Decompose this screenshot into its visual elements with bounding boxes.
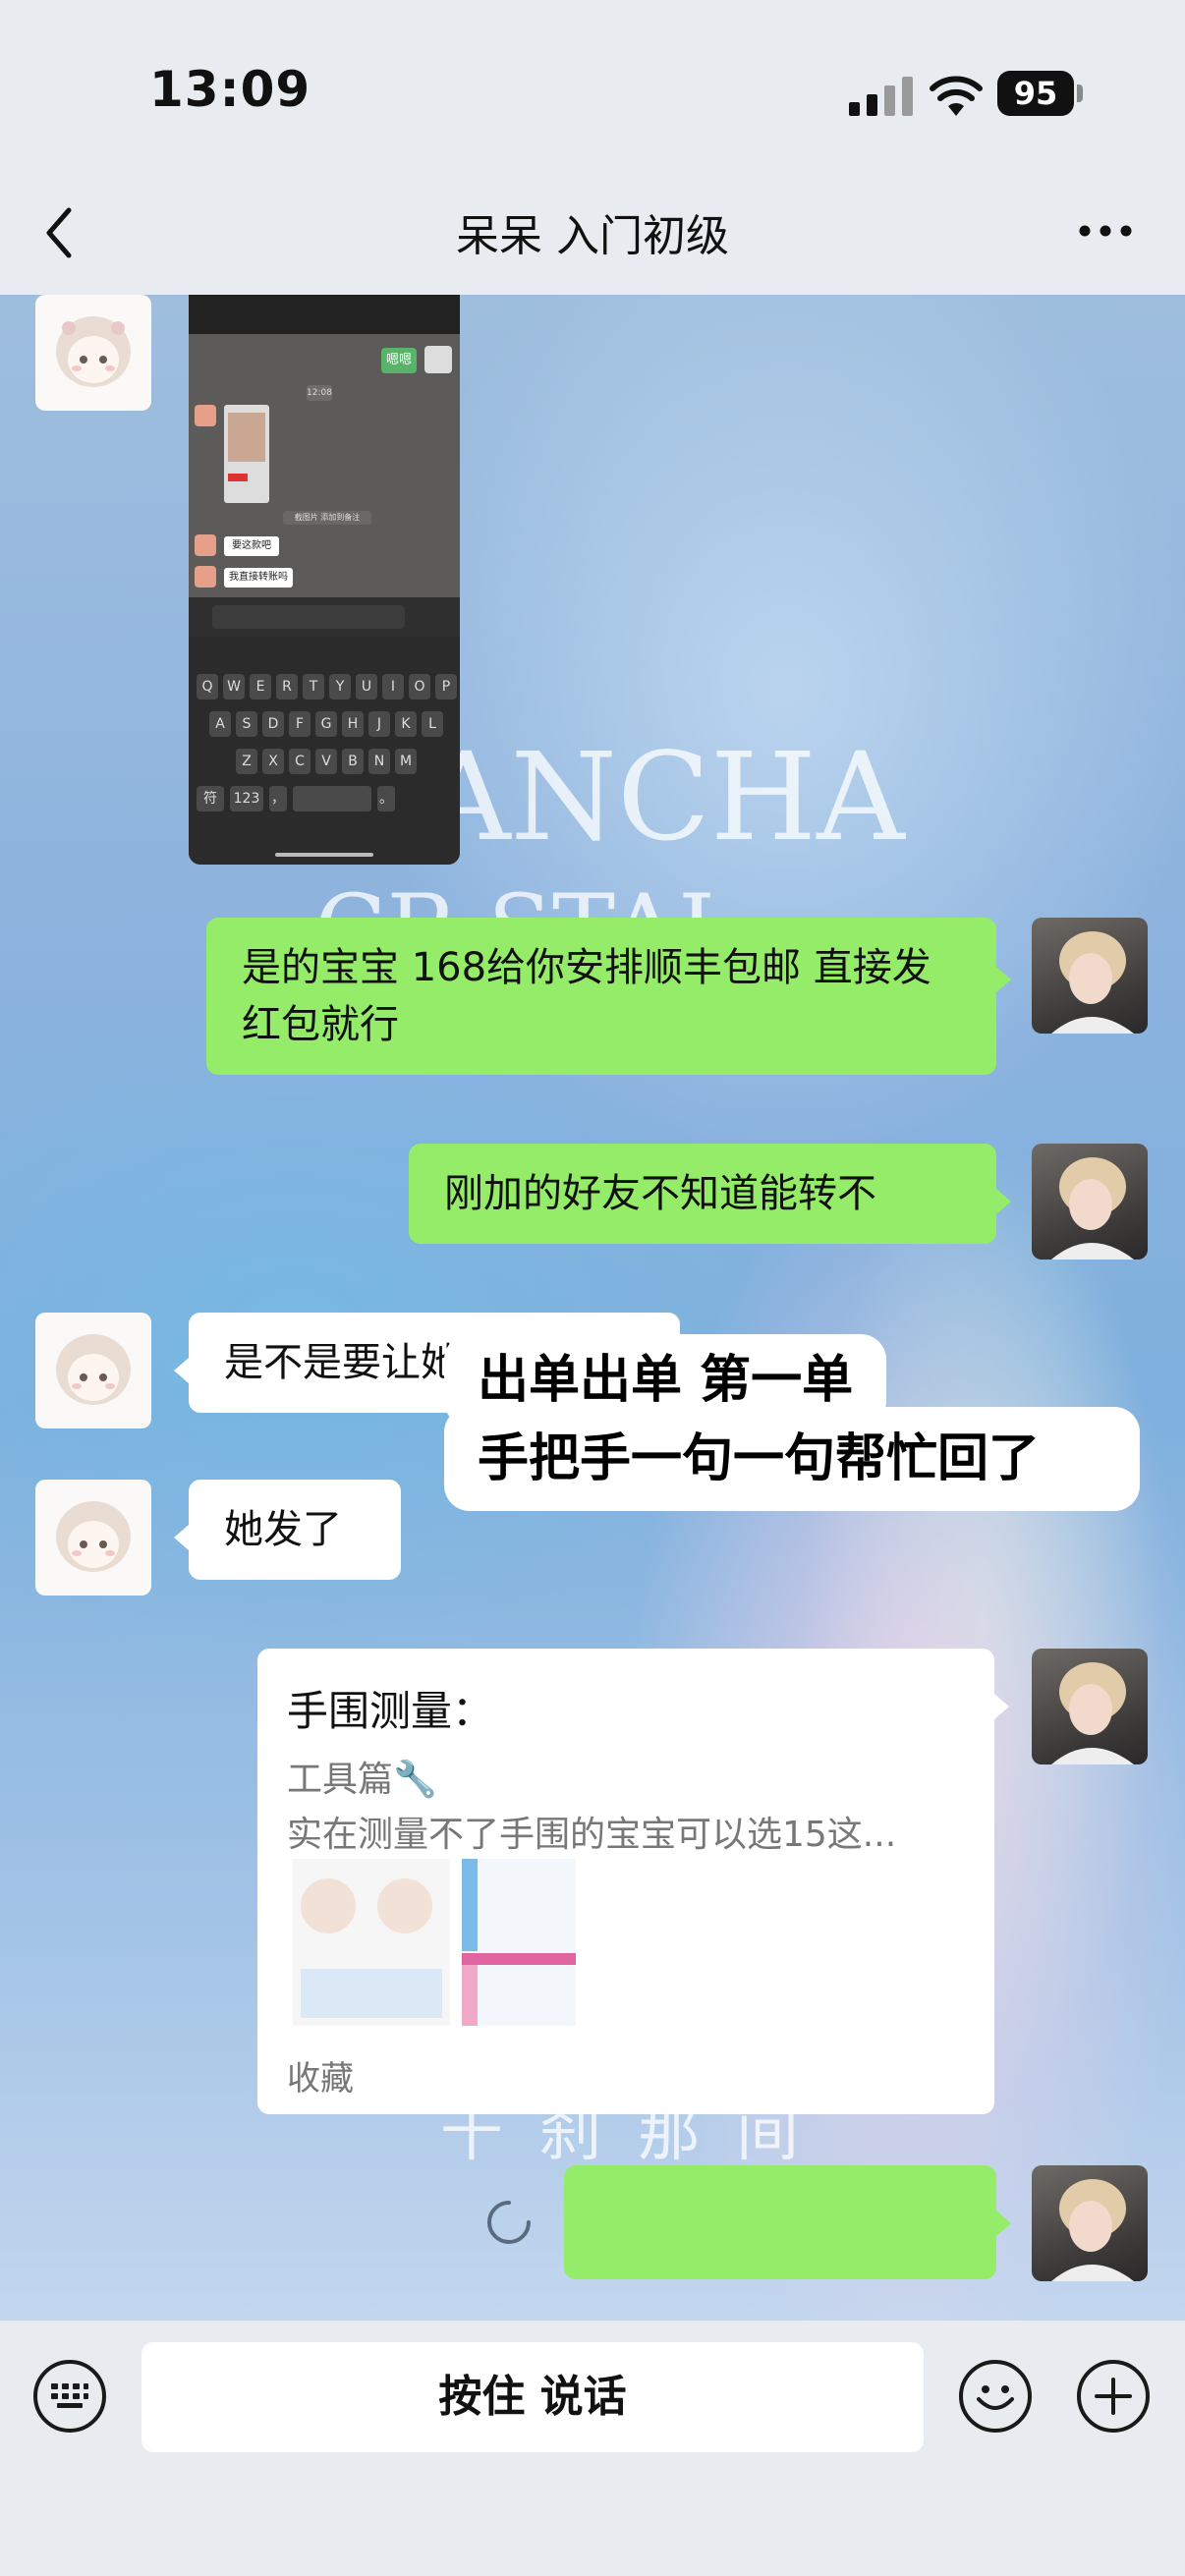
- bubble-tail: [174, 1525, 189, 1550]
- profile-photo-icon: [1051, 931, 1134, 1034]
- screenshot-inputbar: [189, 597, 460, 637]
- my-avatar[interactable]: [1032, 1649, 1148, 1764]
- input-bar: 按住 说话: [0, 2321, 1185, 2576]
- cellular-signal-icon: [849, 77, 913, 116]
- annotation-line-2: 手把手一句一句帮忙回了: [444, 1407, 1140, 1511]
- home-indicator: [275, 853, 373, 857]
- hold-to-talk-button[interactable]: 按住 说话: [141, 2342, 924, 2452]
- card-thumbnail-size-table: [462, 1859, 576, 2026]
- my-avatar[interactable]: [1032, 918, 1148, 1034]
- message-text: 她发了: [224, 1507, 342, 1552]
- more-options-icon[interactable]: [1079, 224, 1132, 238]
- chat-title: 呆呆 入门初级: [456, 211, 729, 261]
- screenshot-bubble: 嗯嗯: [381, 348, 417, 373]
- bubble-tail: [996, 967, 1011, 992]
- screenshot-avatar: [195, 405, 216, 426]
- keyboard-toggle-button[interactable]: [33, 2360, 106, 2433]
- status-time: 13:09: [149, 61, 311, 118]
- battery-level: 95: [997, 71, 1074, 116]
- profile-photo-icon: [1051, 1157, 1134, 1260]
- bubble-tail: [994, 1694, 1009, 1719]
- message-bubble[interactable]: [564, 2165, 996, 2279]
- contact-avatar[interactable]: [35, 295, 151, 411]
- emoji-button[interactable]: [959, 2360, 1032, 2433]
- message-bubble[interactable]: 刚加的好友不知道能转不: [409, 1144, 996, 1244]
- image-message[interactable]: 嗯嗯 12:08 截图片 添加到备注 要这款吧 我直接转账吗 QW ER TY …: [189, 295, 460, 865]
- my-avatar[interactable]: [1032, 1144, 1148, 1260]
- screenshot-time-chip: 12:08: [307, 385, 332, 401]
- wifi-icon: [930, 76, 983, 116]
- link-card-message[interactable]: 手围测量： 工具篇🔧 实在测量不了手围的宝宝可以选15这... 收藏: [257, 1649, 994, 2114]
- contact-avatar[interactable]: [35, 1313, 151, 1428]
- card-thumbnail-guide: [293, 1859, 450, 2026]
- keyboard-icon: [51, 2383, 88, 2408]
- profile-photo-icon: [1051, 1662, 1134, 1764]
- screenshot-topbar: [189, 295, 460, 334]
- screenshot-avatar: [195, 566, 216, 588]
- card-subtitle: 工具篇🔧: [287, 1760, 437, 1800]
- screenshot-msg: 我直接转账吗: [224, 568, 293, 588]
- screenshot-avatar: [424, 346, 452, 373]
- keyboard-toolbar: [200, 646, 448, 664]
- profile-photo-icon: [1051, 2179, 1134, 2281]
- screenshot-msg: 要这款吧: [224, 536, 279, 556]
- cartoon-girl-icon: [56, 316, 131, 387]
- bubble-tail: [174, 1358, 189, 1383]
- plus-icon: [1095, 2378, 1132, 2415]
- chat-message-list[interactable]: ANCHA CR STAL 千 刹 那 间 嗯嗯 12:08 截图片 添加到备注…: [0, 295, 1185, 2321]
- message-bubble[interactable]: 是的宝宝 168给你安排顺丰包邮 直接发红包就行: [206, 918, 996, 1075]
- wallpaper-text-1: ANCHA: [423, 727, 905, 868]
- screenshot-keyboard: QW ER TY UI OP AS DF GH JK L ZX CV BN M …: [189, 637, 460, 865]
- more-actions-button[interactable]: [1077, 2360, 1150, 2433]
- message-bubble[interactable]: 她发了: [189, 1480, 401, 1580]
- cartoon-girl-icon: [56, 1501, 131, 1572]
- bubble-tail: [996, 2211, 1011, 2236]
- card-description: 实在测量不了手围的宝宝可以选15这...: [287, 1815, 897, 1855]
- loading-spinner-icon: [487, 2201, 531, 2244]
- cartoon-girl-icon: [56, 1334, 131, 1405]
- smiley-icon: [977, 2385, 1014, 2410]
- bubble-tail: [996, 1189, 1011, 1214]
- message-text: 刚加的好友不知道能转不: [444, 1171, 876, 1216]
- status-bar: 13:09 95: [0, 0, 1185, 147]
- card-title: 手围测量：: [287, 1687, 494, 1735]
- my-avatar[interactable]: [1032, 2165, 1148, 2281]
- screenshot-avatar: [195, 534, 216, 556]
- message-text: 是的宝宝 168给你安排顺丰包邮 直接发红包就行: [242, 945, 931, 1047]
- chat-header: 呆呆 入门初级: [0, 147, 1185, 295]
- screenshot-hint: 截图片 添加到备注: [283, 511, 371, 525]
- card-source-label: 收藏: [287, 2059, 354, 2099]
- screenshot-product-image: [224, 405, 269, 503]
- contact-avatar[interactable]: [35, 1480, 151, 1596]
- battery-tip: [1077, 84, 1083, 102]
